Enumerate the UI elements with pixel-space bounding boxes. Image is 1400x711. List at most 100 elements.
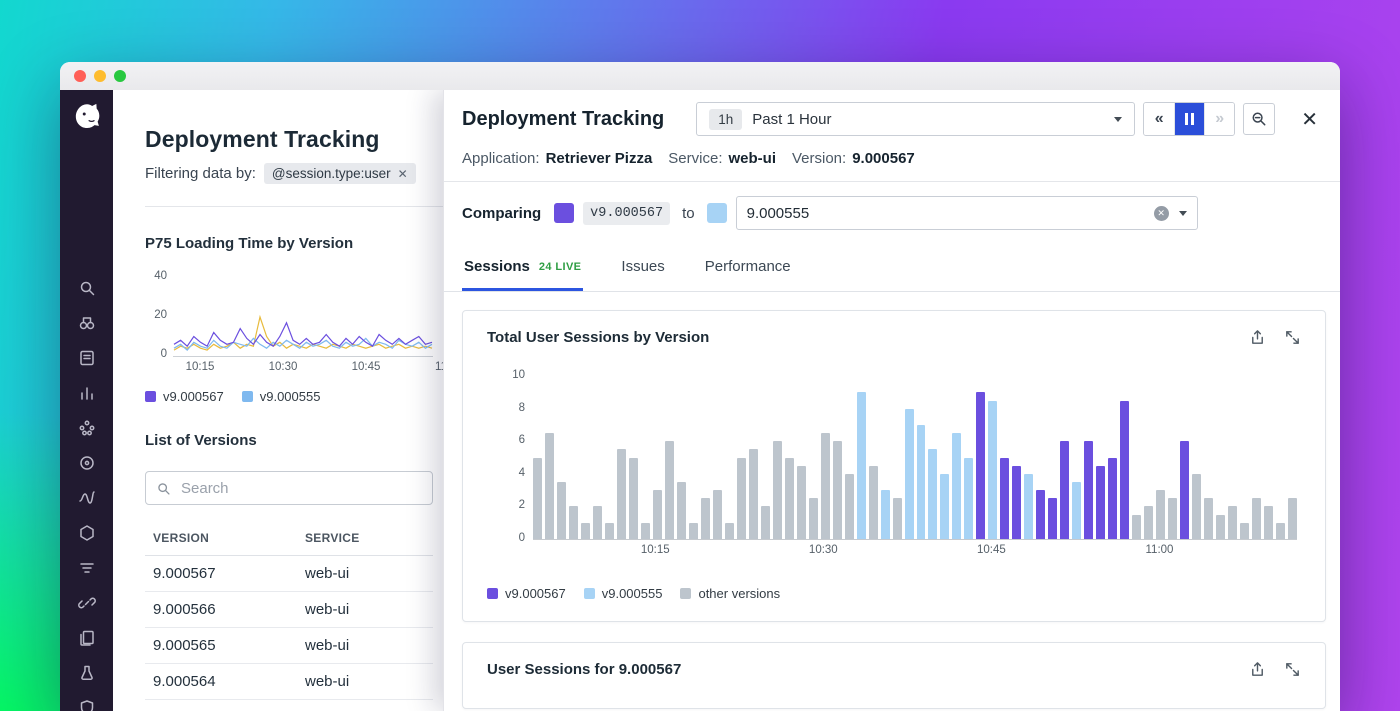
session-bar[interactable] [1168,498,1177,539]
session-bar[interactable] [928,449,937,539]
session-bar[interactable] [1036,490,1045,539]
session-bar[interactable] [1120,401,1129,540]
session-bar[interactable] [785,458,794,540]
rewind-button[interactable]: « [1144,103,1174,135]
version-row[interactable]: 9.000564web-ui [145,664,433,700]
session-bar[interactable] [1156,490,1165,539]
session-bar[interactable] [1132,515,1141,539]
session-bar[interactable] [701,498,710,539]
version-row[interactable]: 9.000565web-ui [145,628,433,664]
session-bar[interactable] [665,441,674,539]
tab-sessions[interactable]: Sessions 24 LIVE [462,250,583,291]
session-bar[interactable] [605,523,614,539]
session-bar[interactable] [845,474,854,539]
session-bar[interactable] [964,458,973,540]
zoom-window-button[interactable] [114,70,126,82]
session-bar[interactable] [773,441,782,539]
session-bar[interactable] [1276,523,1285,539]
session-bar[interactable] [1180,441,1189,539]
tab-performance[interactable]: Performance [703,250,793,291]
session-bar[interactable] [713,490,722,539]
fast-forward-button[interactable]: » [1204,103,1234,135]
close-window-button[interactable] [74,70,86,82]
session-bar[interactable] [1012,466,1021,539]
session-bar[interactable] [1024,474,1033,539]
session-bar[interactable] [1084,441,1093,539]
session-bar[interactable] [725,523,734,539]
session-bar[interactable] [1216,515,1225,539]
session-bar[interactable] [689,523,698,539]
metrics-icon[interactable] [76,384,98,402]
session-bar[interactable] [641,523,650,539]
service-map-icon[interactable] [76,419,98,437]
session-bar[interactable] [893,498,902,539]
session-bar[interactable] [809,498,818,539]
search-input[interactable] [179,479,422,498]
session-bar[interactable] [1192,474,1201,539]
session-bar[interactable] [1048,498,1057,539]
expand-icon[interactable] [1284,661,1301,678]
search-icon[interactable] [76,279,98,297]
session-bar[interactable] [905,409,914,539]
version-row[interactable]: 9.000567web-ui [145,556,433,592]
pause-button[interactable] [1174,103,1204,135]
session-bar[interactable] [917,425,926,539]
session-bar[interactable] [629,458,638,540]
pipelines-icon[interactable] [76,559,98,577]
security-icon[interactable] [76,699,98,711]
session-bar[interactable] [1096,466,1105,539]
session-bar[interactable] [988,401,997,540]
close-panel-button[interactable]: ✕ [1293,107,1326,132]
session-bar[interactable] [1288,498,1297,539]
panel-scroll-area[interactable]: Total User Sessions by Version [444,292,1340,711]
session-bar[interactable] [593,506,602,539]
session-bar[interactable] [533,458,542,540]
session-bar[interactable] [581,523,590,539]
export-icon[interactable] [1249,661,1266,678]
session-bar[interactable] [653,490,662,539]
session-bar[interactable] [761,506,770,539]
session-bar[interactable] [1060,441,1069,539]
session-bar[interactable] [1108,458,1117,540]
version-row[interactable]: 9.000566web-ui [145,592,433,628]
session-bar[interactable] [857,392,866,539]
session-bar[interactable] [749,449,758,539]
session-bar[interactable] [1204,498,1213,539]
infrastructure-icon[interactable] [76,524,98,542]
session-bar[interactable] [1144,506,1153,539]
apm-icon[interactable] [76,489,98,507]
session-bar[interactable] [1000,458,1009,540]
session-bar[interactable] [821,433,830,539]
session-bar[interactable] [737,458,746,540]
synthetics-icon[interactable] [76,454,98,472]
session-bar[interactable] [545,433,554,539]
session-bar[interactable] [617,449,626,539]
session-bar[interactable] [1240,523,1249,539]
session-bar[interactable] [1264,506,1273,539]
remove-filter-icon[interactable]: ✕ [398,167,408,181]
minimize-window-button[interactable] [94,70,106,82]
session-bar[interactable] [1252,498,1261,539]
tab-issues[interactable]: Issues [619,250,666,291]
session-bar[interactable] [1228,506,1237,539]
tests-icon[interactable] [76,664,98,682]
logs-icon[interactable] [76,629,98,647]
integrations-icon[interactable] [76,594,98,612]
time-range-selector[interactable]: 1h Past 1 Hour [696,102,1135,136]
notebook-icon[interactable] [76,349,98,367]
filter-tag[interactable]: @session.type:user ✕ [264,163,416,184]
datadog-logo-icon[interactable] [70,100,104,139]
session-bar[interactable] [677,482,686,539]
export-icon[interactable] [1249,329,1266,346]
session-bar[interactable] [569,506,578,539]
versions-search[interactable] [145,471,433,505]
session-bar[interactable] [1072,482,1081,539]
expand-icon[interactable] [1284,329,1301,346]
watchdog-icon[interactable] [76,314,98,332]
session-bar[interactable] [976,392,985,539]
session-bar[interactable] [797,466,806,539]
session-bar[interactable] [833,441,842,539]
session-bar[interactable] [881,490,890,539]
session-bar[interactable] [557,482,566,539]
session-bar[interactable] [952,433,961,539]
